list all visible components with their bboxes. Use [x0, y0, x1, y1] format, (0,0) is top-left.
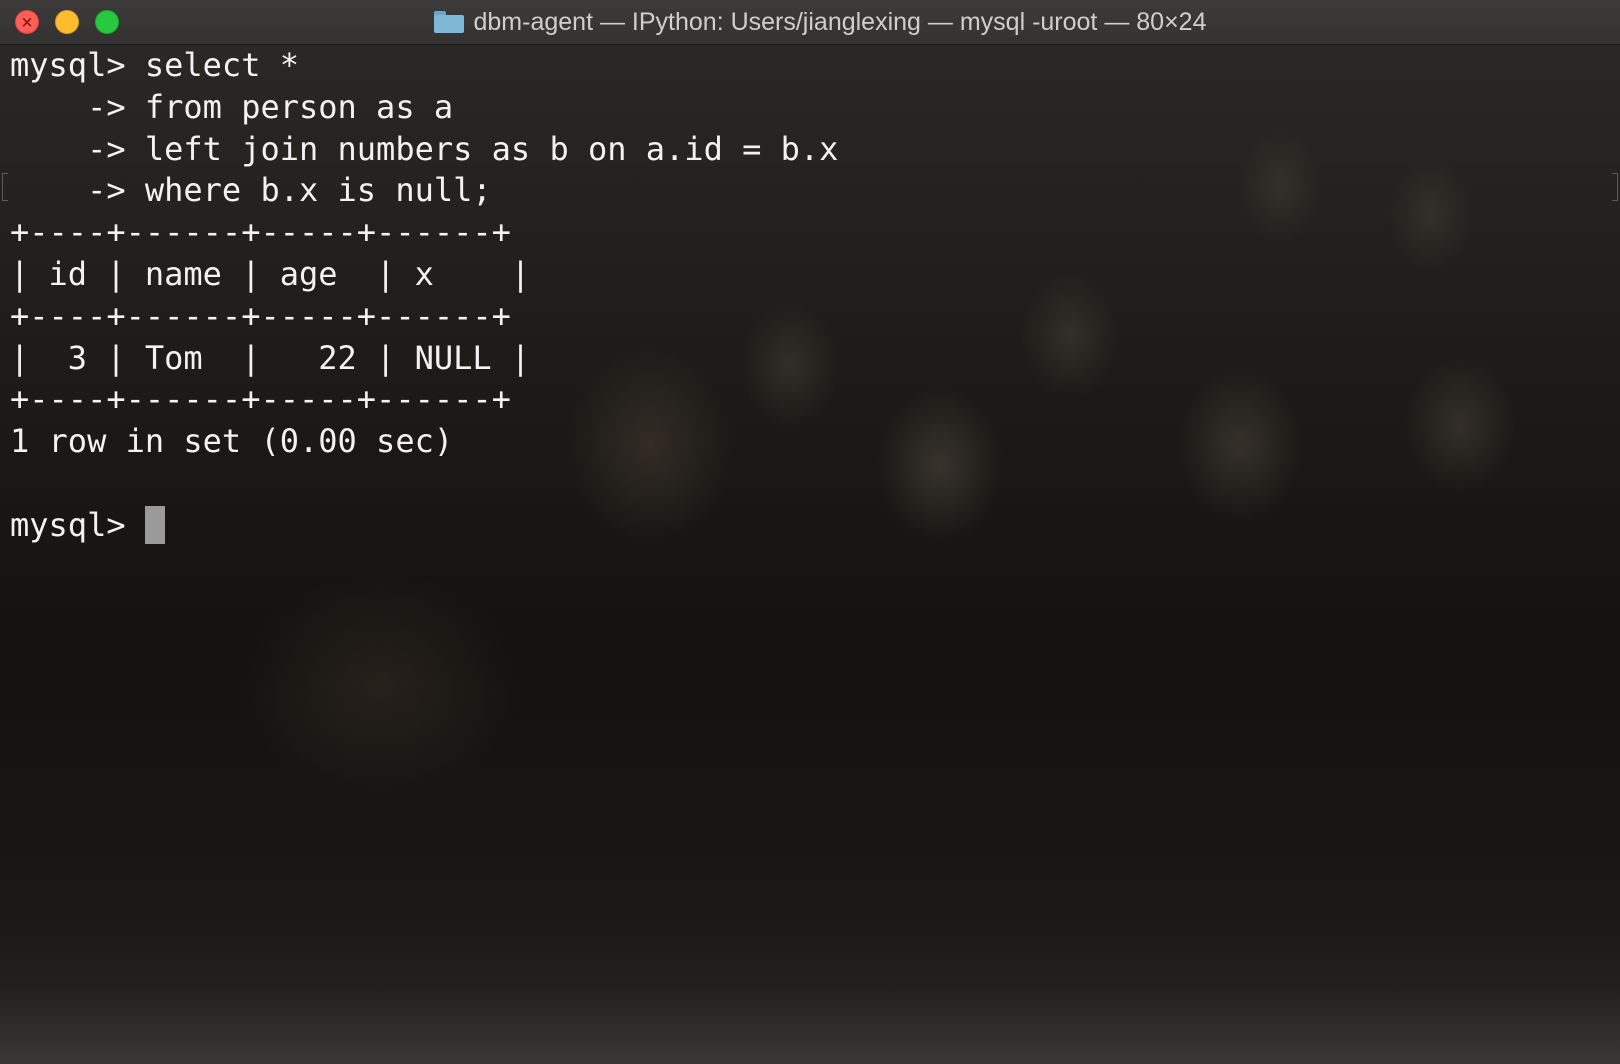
folder-icon: [433, 11, 464, 33]
result-summary: 1 row in set (0.00 sec): [10, 422, 454, 461]
prompt-label: mysql>: [10, 505, 145, 544]
table-header-row: | id | name | age | x |: [10, 254, 531, 293]
table-border: +----+------+-----+------+: [10, 296, 511, 335]
window-title: dbm-agent — IPython: Users/jianglexing —…: [473, 8, 1207, 36]
terminal-content[interactable]: mysql> select * -> from person as a -> l…: [0, 45, 1620, 1064]
prompt-line: mysql> select *: [10, 46, 299, 84]
continuation-line: -> from person as a: [10, 87, 454, 126]
text-cursor: [144, 505, 165, 544]
table-row: | 3 | Tom | 22 | NULL |: [10, 338, 531, 377]
table-border: +----+------+-----+------+: [10, 213, 511, 252]
continuation-line: -> left join numbers as b on a.id = b.x: [10, 129, 839, 168]
continuation-line: -> where b.x is null;: [10, 171, 492, 210]
terminal-output: mysql> select * -> from person as a -> l…: [10, 45, 838, 547]
right-edge-marker: [1612, 173, 1618, 201]
title-bar[interactable]: × dbm-agent — IPython: Users/jianglexing…: [0, 0, 1620, 45]
active-prompt-line[interactable]: mysql>: [10, 505, 838, 547]
table-border: +----+------+-----+------+: [10, 380, 511, 419]
title-container: dbm-agent — IPython: Users/jianglexing —…: [0, 0, 1620, 44]
terminal-window: × dbm-agent — IPython: Users/jianglexing…: [0, 0, 1620, 1064]
left-edge-marker: [2, 173, 8, 201]
